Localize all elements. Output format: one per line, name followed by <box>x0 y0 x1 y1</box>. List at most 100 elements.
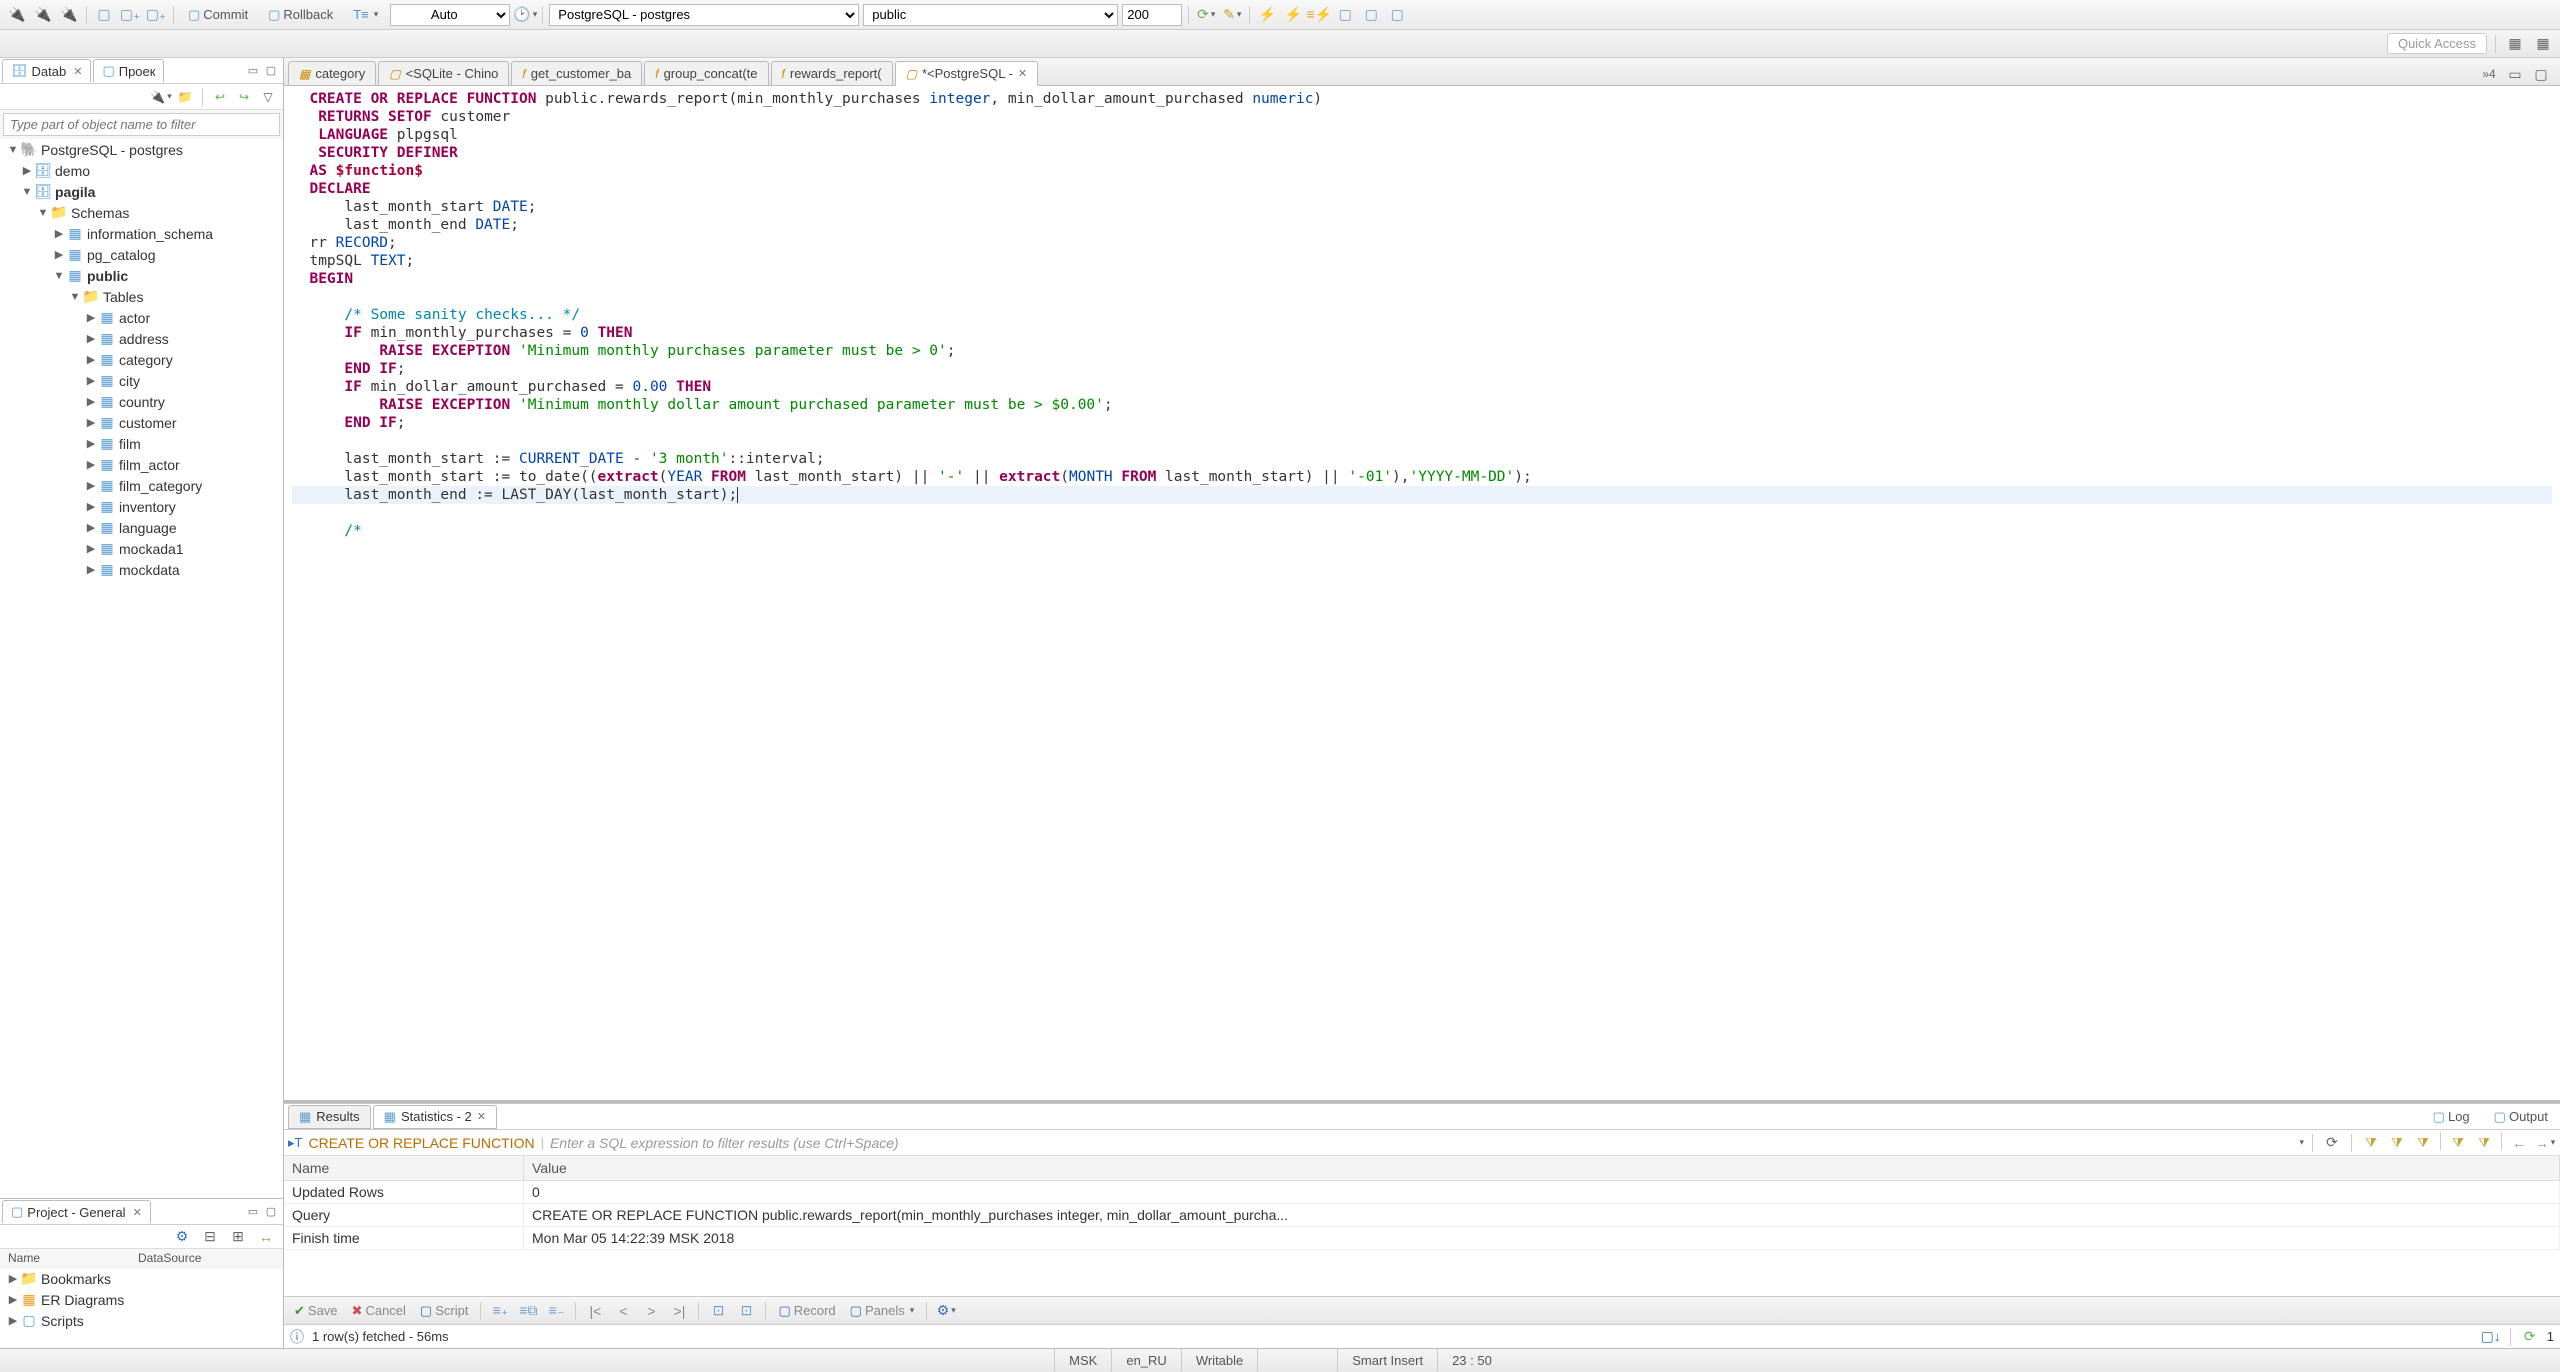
tree-item-country[interactable]: ▶▦country <box>0 391 283 412</box>
zoom-icon[interactable]: ⊡ <box>707 1300 729 1322</box>
nav-back-icon[interactable]: ↩ <box>211 88 229 106</box>
auto-select[interactable]: Auto <box>390 4 510 26</box>
editor-tab[interactable]: ▢<SQLite - Chino <box>378 61 509 85</box>
record-button[interactable]: ▢Record <box>774 1301 839 1321</box>
output-button[interactable]: ▢Output <box>2486 1107 2556 1127</box>
tab-projects[interactable]: ▢Проек <box>93 59 164 82</box>
editor-tab[interactable]: ▦category <box>288 61 376 85</box>
sql-editor-icon[interactable]: ▢ <box>93 4 115 26</box>
tree-item-city[interactable]: ▶▦city <box>0 370 283 391</box>
bolt-icon-3[interactable]: ≡⚡ <box>1308 4 1330 26</box>
col-name[interactable]: Name <box>284 1156 524 1180</box>
nav-next-icon[interactable]: →▾ <box>2534 1132 2556 1154</box>
export-icon[interactable]: ▢↓ <box>2480 1326 2502 1348</box>
nav-prev-icon[interactable]: < <box>612 1300 634 1322</box>
quick-access-button[interactable]: Quick Access <box>2387 33 2487 54</box>
tab-results[interactable]: ▦Results <box>288 1105 371 1129</box>
tree-item-category[interactable]: ▶▦category <box>0 349 283 370</box>
plan-icon-3[interactable]: ▢ <box>1386 4 1408 26</box>
gear-icon[interactable]: ⚙ <box>171 1226 193 1248</box>
editor-tab[interactable]: ▢*<PostgreSQL - ✕ <box>895 61 1039 86</box>
sql-editor[interactable]: CREATE OR REPLACE FUNCTION public.reward… <box>284 86 2560 1103</box>
tree-item-demo[interactable]: ▶🗄demo <box>0 160 283 181</box>
history-dropdown-icon[interactable]: ▾ <box>2299 1137 2304 1148</box>
nav-filter-input[interactable] <box>3 113 280 136</box>
tx-mode-button[interactable]: T≡▾ <box>345 5 386 24</box>
tree-item-customer[interactable]: ▶▦customer <box>0 412 283 433</box>
commit-button[interactable]: ▢Commit <box>180 5 256 25</box>
collapse-icon[interactable]: ⊟ <box>199 1226 221 1248</box>
tree-item-PostgreSQL-postgres[interactable]: ▼🐘PostgreSQL - postgres <box>0 139 283 160</box>
perspective-dbeaver-icon[interactable]: ▦ <box>2504 33 2526 55</box>
nav-prev-icon[interactable]: ← <box>2508 1132 2530 1154</box>
result-row[interactable]: QueryCREATE OR REPLACE FUNCTION public.r… <box>284 1204 2560 1227</box>
panels-button[interactable]: ▢Panels▾ <box>846 1301 919 1321</box>
filter-icon[interactable]: ⧩ <box>2412 1132 2434 1154</box>
connect-icon[interactable]: 🔌 <box>6 4 28 26</box>
editor-tab[interactable]: fgroup_concat(te <box>644 61 768 85</box>
bolt-icon-1[interactable]: ⚡ <box>1256 4 1278 26</box>
maximize-icon[interactable]: ▢ <box>2530 63 2552 85</box>
project-item-ER-Diagrams[interactable]: ▶▦ER Diagrams <box>0 1289 283 1310</box>
tab-statistics[interactable]: ▦Statistics - 2✕ <box>373 1105 497 1129</box>
minimize-icon[interactable]: ▭ <box>2504 63 2526 85</box>
result-row[interactable]: Updated Rows0 <box>284 1181 2560 1204</box>
bolt-icon-2[interactable]: ⚡ <box>1282 4 1304 26</box>
sql-script-icon[interactable]: ▢₊ <box>119 4 141 26</box>
perspective-icon[interactable]: ▦ <box>2532 33 2554 55</box>
status-mode[interactable]: Writable <box>1181 1349 1257 1372</box>
close-icon[interactable]: ✕ <box>1018 67 1027 80</box>
new-script-icon[interactable]: ▢₊ <box>145 4 167 26</box>
minimize-icon[interactable]: ▭ <box>245 63 261 79</box>
tree-item-film_actor[interactable]: ▶▦film_actor <box>0 454 283 475</box>
editor-tab[interactable]: fget_customer_ba <box>511 61 642 85</box>
tree-item-pg_catalog[interactable]: ▶▦pg_catalog <box>0 244 283 265</box>
maximize-icon[interactable]: ▢ <box>263 63 279 79</box>
tree-item-inventory[interactable]: ▶▦inventory <box>0 496 283 517</box>
plan-icon-2[interactable]: ▢ <box>1360 4 1382 26</box>
project-item-Scripts[interactable]: ▶▢Scripts <box>0 1310 283 1331</box>
editor-overflow-icon[interactable]: »4 <box>2478 63 2500 85</box>
tab-database-navigator[interactable]: 🗄Datab✕ <box>2 59 91 82</box>
nav-last-icon[interactable]: >| <box>668 1300 690 1322</box>
nav-fwd-icon[interactable]: ↪ <box>235 88 253 106</box>
nav-first-icon[interactable]: |< <box>584 1300 606 1322</box>
tree-item-Schemas[interactable]: ▼📁Schemas <box>0 202 283 223</box>
filter-icon[interactable]: ⧩ <box>2447 1132 2469 1154</box>
refresh-count-icon[interactable]: ⟳ <box>2519 1326 2541 1348</box>
tab-project-general[interactable]: ▢Project - General✕ <box>2 1200 151 1223</box>
folder-icon[interactable]: 📁 <box>176 88 194 106</box>
history-icon[interactable]: 🕑▾ <box>514 4 536 26</box>
tree-item-pagila[interactable]: ▼🗄pagila <box>0 181 283 202</box>
result-row[interactable]: Finish timeMon Mar 05 14:22:39 MSK 2018 <box>284 1227 2560 1250</box>
plan-icon[interactable]: ▢ <box>1334 4 1356 26</box>
schema-select[interactable]: public <box>863 4 1118 26</box>
dup-row-icon[interactable]: ≡⧉ <box>517 1300 539 1322</box>
maximize-icon[interactable]: ▢ <box>263 1204 279 1220</box>
plug-icon[interactable]: 🔌▾ <box>152 88 170 106</box>
script-button[interactable]: ▢Script <box>416 1301 473 1321</box>
tree-item-public[interactable]: ▼▦public <box>0 265 283 286</box>
editor-tab[interactable]: frewards_report( <box>771 61 893 85</box>
filter-icon[interactable]: ⧩ <box>2360 1132 2382 1154</box>
tree-item-film[interactable]: ▶▦film <box>0 433 283 454</box>
del-row-icon[interactable]: ≡₋ <box>545 1300 567 1322</box>
new-conn-icon[interactable]: 🔌 <box>32 4 54 26</box>
tree-item-language[interactable]: ▶▦language <box>0 517 283 538</box>
tree-item-Tables[interactable]: ▼📁Tables <box>0 286 283 307</box>
tree-item-film_category[interactable]: ▶▦film_category <box>0 475 283 496</box>
tree-item-mockada1[interactable]: ▶▦mockada1 <box>0 538 283 559</box>
minimize-icon[interactable]: ▭ <box>245 1204 261 1220</box>
disconnect-icon[interactable]: 🔌 <box>58 4 80 26</box>
row-limit-input[interactable] <box>1122 4 1182 26</box>
add-icon[interactable]: ⊞ <box>227 1226 249 1248</box>
gear-icon[interactable]: ⚙▾ <box>935 1300 957 1322</box>
view-menu-icon[interactable]: ▽ <box>259 88 277 106</box>
search-icon[interactable]: ✎▾ <box>1221 4 1243 26</box>
filter-placeholder[interactable]: Enter a SQL expression to filter results… <box>550 1135 2292 1151</box>
log-button[interactable]: ▢Log <box>2425 1107 2478 1127</box>
status-insert[interactable]: Smart Insert <box>1337 1349 1437 1372</box>
connection-select[interactable]: PostgreSQL - postgres <box>549 4 859 26</box>
close-icon[interactable]: ✕ <box>477 1110 486 1123</box>
tree-item-mockdata[interactable]: ▶▦mockdata <box>0 559 283 580</box>
